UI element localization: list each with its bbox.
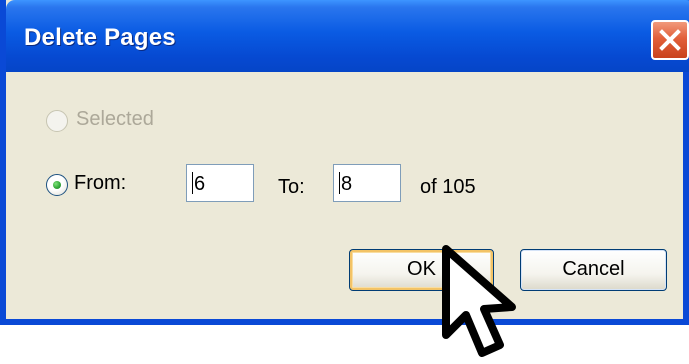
title-bar[interactable]: Delete Pages [6,0,689,72]
text-caret [339,172,340,194]
cancel-button[interactable]: Cancel [520,249,667,291]
arrow-pointer-icon [440,245,530,360]
dialog-title: Delete Pages [24,24,176,51]
close-button[interactable] [651,20,689,60]
to-page-input[interactable]: 8 [333,164,401,202]
from-radio[interactable] [46,174,68,196]
from-page-input[interactable]: 6 [186,164,254,202]
from-radio-label: From: [74,172,127,194]
dialog-body: Selected From: 6 To: 8 of 105 OK Cancel [6,72,683,319]
delete-pages-dialog: Delete Pages Selected From: 6 To: 8 of 1… [0,0,689,325]
radio-checked-dot [53,181,61,189]
selected-radio-label: Selected [76,108,154,130]
text-caret [192,172,193,194]
selected-radio[interactable] [46,110,68,132]
page-total-text: of 105 [420,176,476,198]
to-page-value: 8 [341,173,353,195]
to-label: To: [278,176,305,198]
from-page-value: 6 [194,173,206,195]
